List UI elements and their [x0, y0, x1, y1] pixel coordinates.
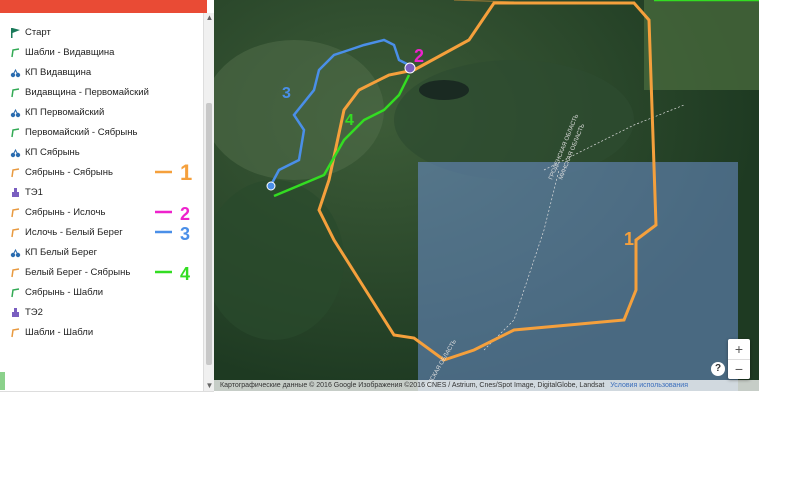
header-bar: [0, 0, 207, 13]
sidebar-item-route[interactable]: Шабли - Шабли: [10, 323, 93, 341]
sidebar-item-label: Сябрынь - Ислочь: [25, 206, 106, 218]
sidebar-item-label: Шабли - Видавщина: [25, 46, 115, 58]
sidebar-item-checkpoint[interactable]: КП Видавщина: [10, 63, 91, 81]
sidebar-item-label: КП Сябрынь: [25, 146, 80, 158]
annotation-three: 3: [180, 224, 190, 244]
sidebar-item-label: Видавщина - Первомайский: [25, 86, 149, 98]
map-view[interactable]: 2 3 4 1 ГРОДЕНСКАЯ ОБЛАСТЬ МИНСКАЯ ОБЛАС…: [214, 0, 759, 391]
sidebar-item-checkpoint[interactable]: КП Белый Берег: [10, 243, 97, 261]
scroll-thumb[interactable]: [206, 103, 212, 365]
route-icon: [11, 127, 20, 137]
sidebar-item-label: ТЭ2: [25, 306, 43, 318]
map-annotation-one: 1: [624, 229, 634, 249]
transition-marker-icon[interactable]: [404, 62, 416, 74]
sidebar-item-label: КП Белый Берег: [25, 246, 98, 258]
route-icon: [11, 47, 20, 57]
sidebar-item-transition[interactable]: ТЭ1: [10, 183, 43, 201]
sidebar-item-label: Ислочь - Белый Берег: [25, 226, 123, 238]
route-icon: [11, 87, 20, 97]
sidebar-item-route[interactable]: Первомайский - Сябрынь: [10, 123, 137, 141]
zoom-out-button[interactable]: −: [728, 359, 750, 380]
zoom-control: + −: [728, 339, 750, 379]
sidebar-item-label: КП Первомайский: [25, 106, 105, 118]
route-icon: [11, 167, 20, 177]
route-icon: [11, 267, 20, 277]
sidebar-item-label: Первомайский - Сябрынь: [25, 126, 138, 138]
sidebar-item-route[interactable]: Сябрынь - Шабли: [10, 283, 103, 301]
map-attribution-bar: Картографические данные © 2016 Google Из…: [214, 380, 759, 391]
sidebar-item-route[interactable]: Сябрынь - Сябрынь: [10, 163, 113, 181]
sidebar-item-label: Шабли - Шабли: [25, 326, 94, 338]
divider: [0, 391, 214, 392]
sidebar-item-start[interactable]: Старт: [10, 23, 51, 41]
sidebar-item-label: Белый Берег - Сябрынь: [25, 266, 131, 278]
route-icon: [11, 207, 20, 217]
terms-link[interactable]: Условия использования: [610, 382, 688, 389]
zoom-in-button[interactable]: +: [728, 339, 750, 359]
transition-icon: [12, 187, 19, 197]
checkpoint-icon: [10, 248, 21, 257]
sidebar-item-route[interactable]: Белый Берег - Сябрынь: [10, 263, 130, 281]
checkpoint-icon: [10, 108, 21, 117]
route-icon: [11, 287, 20, 297]
annotation-one: 1: [180, 160, 192, 185]
annotation-two: 2: [180, 204, 190, 224]
map-annotation-four: 4: [345, 112, 354, 129]
sidebar-item-label: Старт: [25, 26, 51, 38]
satellite-map[interactable]: 2 3 4 1 ГРОДЕНСКАЯ ОБЛАСТЬ МИНСКАЯ ОБЛАС…: [214, 0, 759, 391]
help-button[interactable]: ?: [711, 362, 725, 376]
annotation-four: 4: [180, 264, 190, 284]
checkpoint-icon: [10, 68, 21, 77]
map-attribution: Картографические данные © 2016 Google Из…: [220, 382, 605, 389]
sidebar-item-transition[interactable]: ТЭ2: [10, 303, 43, 321]
sidebar-item-route[interactable]: Ислочь - Белый Берег: [10, 223, 123, 241]
sidebar-item-route[interactable]: Шабли - Видавщина: [10, 43, 114, 61]
map-annotation-three: 3: [282, 85, 291, 102]
sidebar-item-label: Сябрынь - Сябрынь: [25, 166, 113, 178]
flag-icon: [11, 27, 20, 38]
sidebar-annotations: 1 2 3 4: [155, 160, 192, 284]
scroll-down-icon[interactable]: ▼: [205, 381, 214, 390]
route-icon: [11, 227, 20, 237]
map-annotation-two: 2: [414, 46, 424, 66]
scroll-up-icon[interactable]: ▲: [205, 13, 214, 22]
sidebar-item-checkpoint[interactable]: КП Сябрынь: [10, 143, 80, 161]
highlight-region: [418, 162, 738, 391]
bike-marker-icon[interactable]: [266, 181, 276, 191]
sidebar-item-route[interactable]: Видавщина - Первомайский: [10, 83, 149, 101]
sidebar-item-label: ТЭ1: [25, 186, 43, 198]
green-edge: [0, 372, 5, 390]
transition-icon: [12, 307, 19, 317]
sidebar-item-route[interactable]: Сябрынь - Ислочь: [10, 203, 105, 221]
sidebar-item-label: Сябрынь - Шабли: [25, 286, 104, 298]
sidebar-item-checkpoint[interactable]: КП Первомайский: [10, 103, 104, 121]
sidebar-item-label: КП Видавщина: [25, 66, 92, 78]
checkpoint-icon: [10, 148, 21, 157]
route-icon: [11, 327, 20, 337]
